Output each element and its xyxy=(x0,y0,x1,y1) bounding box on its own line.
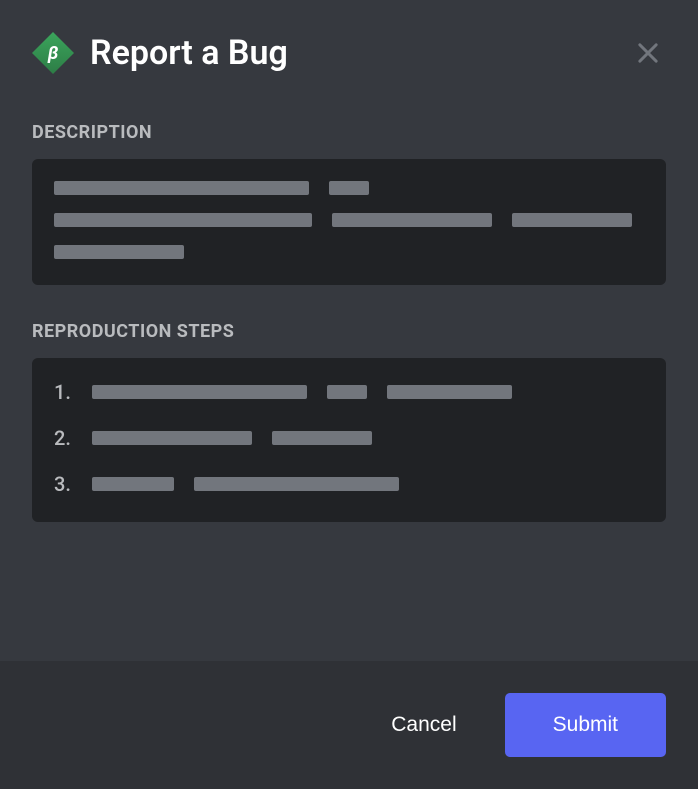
step-number: 3. xyxy=(54,472,76,496)
step-number: 2. xyxy=(54,426,76,450)
modal-body: β Report a Bug DESCRIPTION xyxy=(0,0,698,661)
step-row: 2. xyxy=(54,426,644,450)
cancel-button[interactable]: Cancel xyxy=(375,701,472,749)
step-placeholder xyxy=(92,477,399,491)
modal-header: β Report a Bug xyxy=(32,32,666,74)
bug-report-modal: β Report a Bug DESCRIPTION xyxy=(0,0,698,789)
step-row: 1. xyxy=(54,380,644,404)
header-left: β Report a Bug xyxy=(32,32,288,74)
step-row: 3. xyxy=(54,472,644,496)
beta-logo-icon: β xyxy=(32,32,74,74)
close-button[interactable] xyxy=(630,35,666,71)
reproduction-section: REPRODUCTION STEPS 1. 2. xyxy=(32,321,666,522)
step-placeholder xyxy=(92,431,372,445)
modal-title: Report a Bug xyxy=(90,33,288,73)
description-label: DESCRIPTION xyxy=(32,122,666,143)
step-number: 1. xyxy=(54,380,76,404)
svg-text:β: β xyxy=(47,43,59,64)
submit-button[interactable]: Submit xyxy=(505,693,666,757)
reproduction-input[interactable]: 1. 2. 3. xyxy=(32,358,666,522)
close-icon xyxy=(634,39,662,67)
modal-footer: Cancel Submit xyxy=(0,661,698,789)
step-placeholder xyxy=(92,385,512,399)
description-section: DESCRIPTION xyxy=(32,122,666,285)
description-placeholder xyxy=(54,181,644,259)
description-input[interactable] xyxy=(32,159,666,285)
reproduction-label: REPRODUCTION STEPS xyxy=(32,321,666,342)
